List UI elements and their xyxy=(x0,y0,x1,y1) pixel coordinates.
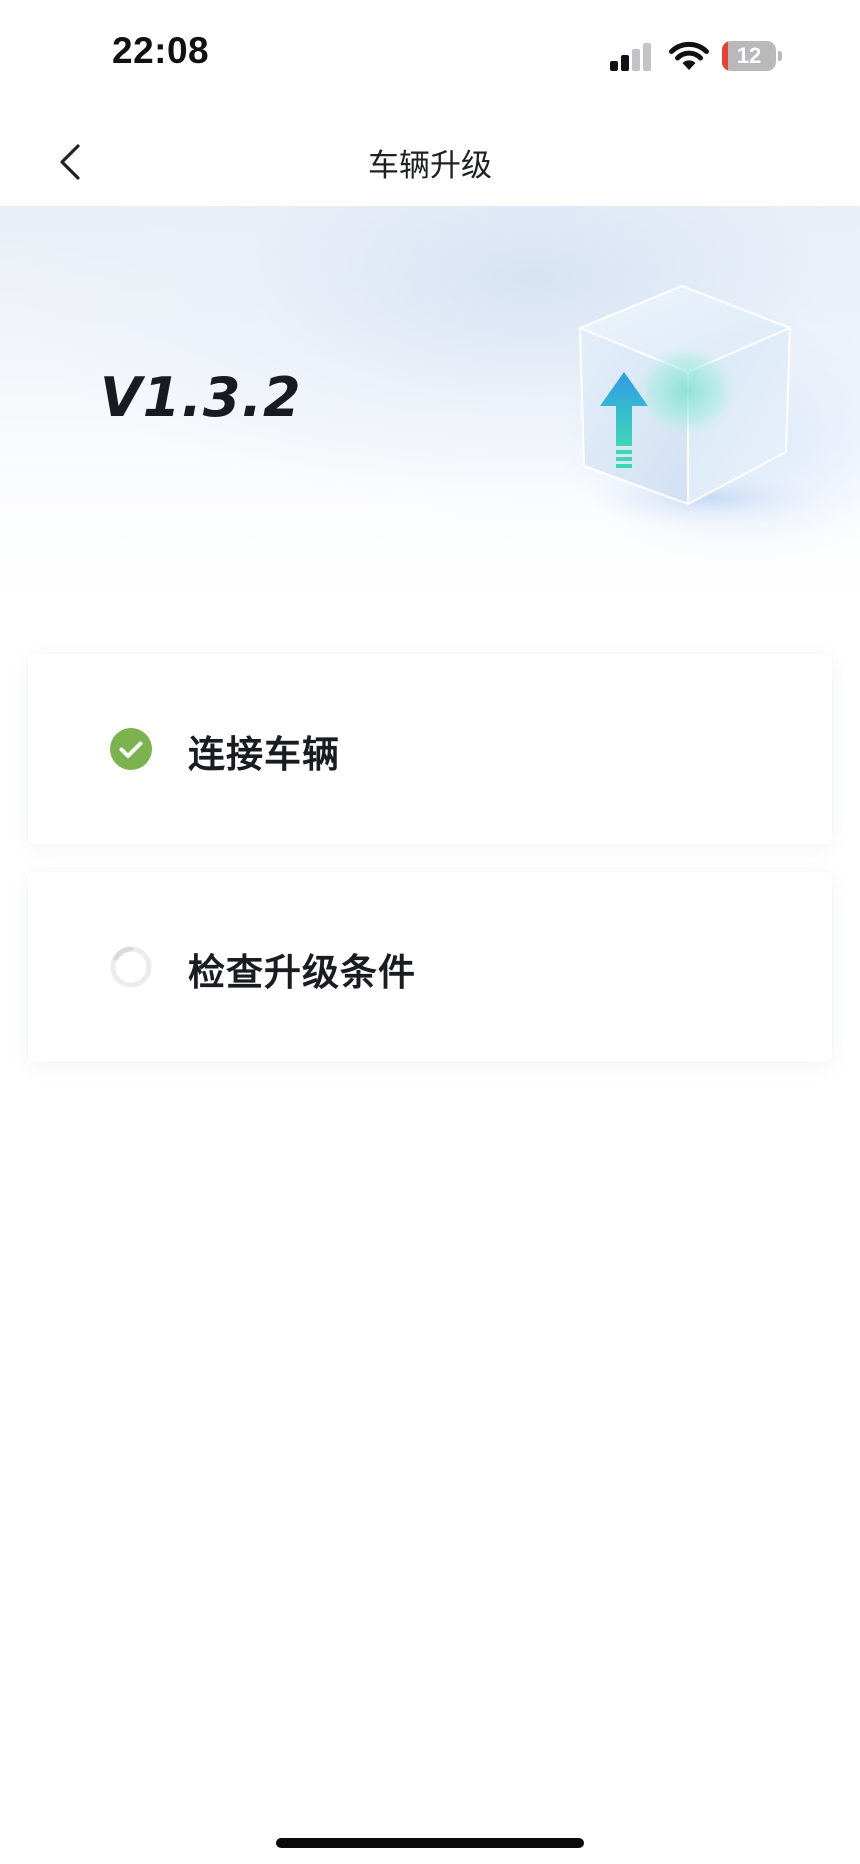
page-title: 车辆升级 xyxy=(368,148,492,184)
version-label: V1.3.2 xyxy=(100,366,302,429)
home-indicator[interactable] xyxy=(276,1838,584,1848)
cellular-signal-icon xyxy=(610,43,651,71)
nav-bar: 车辆升级 xyxy=(0,116,860,206)
wifi-icon xyxy=(669,41,709,70)
step-label-connect-vehicle: 连接车辆 xyxy=(188,733,340,776)
battery-level: 12 xyxy=(736,43,762,68)
check-circle-icon xyxy=(110,728,152,770)
check-circle-bg xyxy=(110,728,152,770)
battery-indicator: 12 xyxy=(722,41,782,71)
status-time: 22:08 xyxy=(112,30,210,71)
step-card-check-conditions: 检查升级条件 xyxy=(28,872,832,1062)
loading-spinner-icon xyxy=(110,946,152,988)
step-card-connect-vehicle: 连接车辆 xyxy=(28,654,832,844)
step-label-check-conditions: 检查升级条件 xyxy=(188,951,416,994)
status-bar: 22:08 12 xyxy=(0,0,860,116)
upgrade-cube-icon xyxy=(577,284,820,528)
hero-banner: V1.3.2 xyxy=(0,206,860,606)
